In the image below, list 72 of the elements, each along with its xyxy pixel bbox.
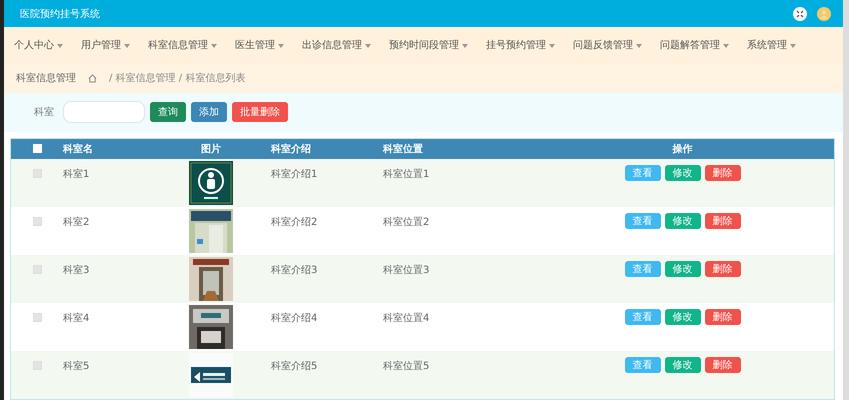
row-checkbox[interactable] xyxy=(32,312,42,322)
delete-button[interactable]: 删除 xyxy=(704,308,740,325)
row-checkbox[interactable] xyxy=(32,168,42,178)
delete-button[interactable]: 删除 xyxy=(704,260,740,277)
menu-item[interactable]: 用户管理 xyxy=(81,38,130,52)
menu-item[interactable]: 出诊信息管理 xyxy=(302,38,371,52)
search-button[interactable]: 查询 xyxy=(150,102,186,122)
batch-delete-button[interactable]: 批量删除 xyxy=(232,102,288,122)
table-cell-text: 科室位置3 xyxy=(383,264,430,277)
table-cell-text: 科室介绍5 xyxy=(271,360,318,373)
edit-button[interactable]: 修改 xyxy=(664,308,700,325)
table-cell-text: 科室2 xyxy=(63,216,90,229)
select-all-checkbox[interactable] xyxy=(32,144,42,154)
row-checkbox[interactable] xyxy=(32,264,42,274)
delete-button[interactable]: 删除 xyxy=(704,356,740,373)
field-label: 科室 xyxy=(34,106,54,120)
page-title: 科室信息管理 xyxy=(16,72,76,86)
caret-icon xyxy=(790,44,796,48)
column-header: 科室位置 xyxy=(383,142,423,156)
avatar-icon[interactable] xyxy=(817,6,831,21)
table-cell-text: 科室位置5 xyxy=(383,360,430,373)
home-icon[interactable] xyxy=(88,74,97,83)
column-header: 科室介绍 xyxy=(271,142,311,156)
table-cell-text: 科室1 xyxy=(63,168,90,181)
table-cell-text: 科室5 xyxy=(63,360,90,373)
caret-icon xyxy=(57,44,63,48)
caret-icon xyxy=(278,44,284,48)
delete-button[interactable]: 删除 xyxy=(704,164,740,181)
table-cell-text: 科室位置2 xyxy=(383,216,430,229)
table-cell-text: 科室位置1 xyxy=(383,168,430,181)
menu-item[interactable]: 问题反馈管理 xyxy=(573,38,642,52)
search-field[interactable] xyxy=(63,101,145,124)
edit-button[interactable]: 修改 xyxy=(664,356,700,373)
table-cell-text: 科室位置4 xyxy=(383,312,430,325)
view-button[interactable]: 查看 xyxy=(624,212,660,229)
caret-icon xyxy=(124,44,130,48)
column-header: 科室名 xyxy=(63,142,93,156)
menu-item[interactable]: 个人中心 xyxy=(14,38,63,52)
delete-button[interactable]: 删除 xyxy=(704,212,740,229)
app-title: 医院预约挂号系统 xyxy=(20,8,101,21)
row-checkbox[interactable] xyxy=(32,360,42,370)
caret-icon xyxy=(462,44,468,48)
table-cell-text: 科室介绍4 xyxy=(271,312,318,325)
menu-item[interactable]: 系统管理 xyxy=(747,38,796,52)
caret-icon xyxy=(723,44,729,48)
view-button[interactable]: 查看 xyxy=(624,164,660,181)
menu-item[interactable]: 科室信息管理 xyxy=(148,38,217,52)
menu-item[interactable]: 问题解答管理 xyxy=(660,38,729,52)
row-checkbox[interactable] xyxy=(32,216,42,226)
caret-icon xyxy=(549,44,555,48)
menu-item[interactable]: 预约时间段管理 xyxy=(389,38,468,52)
caret-icon xyxy=(365,44,371,48)
edit-button[interactable]: 修改 xyxy=(664,212,700,229)
table-cell-text: 科室介绍2 xyxy=(271,216,318,229)
menu-item[interactable]: 医生管理 xyxy=(235,38,284,52)
menu-item[interactable]: 挂号预约管理 xyxy=(486,38,555,52)
edit-button[interactable]: 修改 xyxy=(664,164,700,181)
table-cell-text: 科室4 xyxy=(63,312,90,325)
table-cell-text: 科室介绍3 xyxy=(271,264,318,277)
column-header: 图片 xyxy=(201,142,221,156)
view-button[interactable]: 查看 xyxy=(624,260,660,277)
view-button[interactable]: 查看 xyxy=(624,356,660,373)
add-button[interactable]: 添加 xyxy=(191,102,227,122)
breadcrumb[interactable]: / 科室信息管理 / 科室信息列表 xyxy=(109,71,246,86)
edit-button[interactable]: 修改 xyxy=(664,260,700,277)
table-cell-text: 科室介绍1 xyxy=(271,168,318,181)
caret-icon xyxy=(636,44,642,48)
fullscreen-icon[interactable] xyxy=(793,6,807,21)
table-cell-text: 科室3 xyxy=(63,264,90,277)
view-button[interactable]: 查看 xyxy=(624,308,660,325)
caret-icon xyxy=(211,44,217,48)
column-header: 操作 xyxy=(672,142,692,156)
